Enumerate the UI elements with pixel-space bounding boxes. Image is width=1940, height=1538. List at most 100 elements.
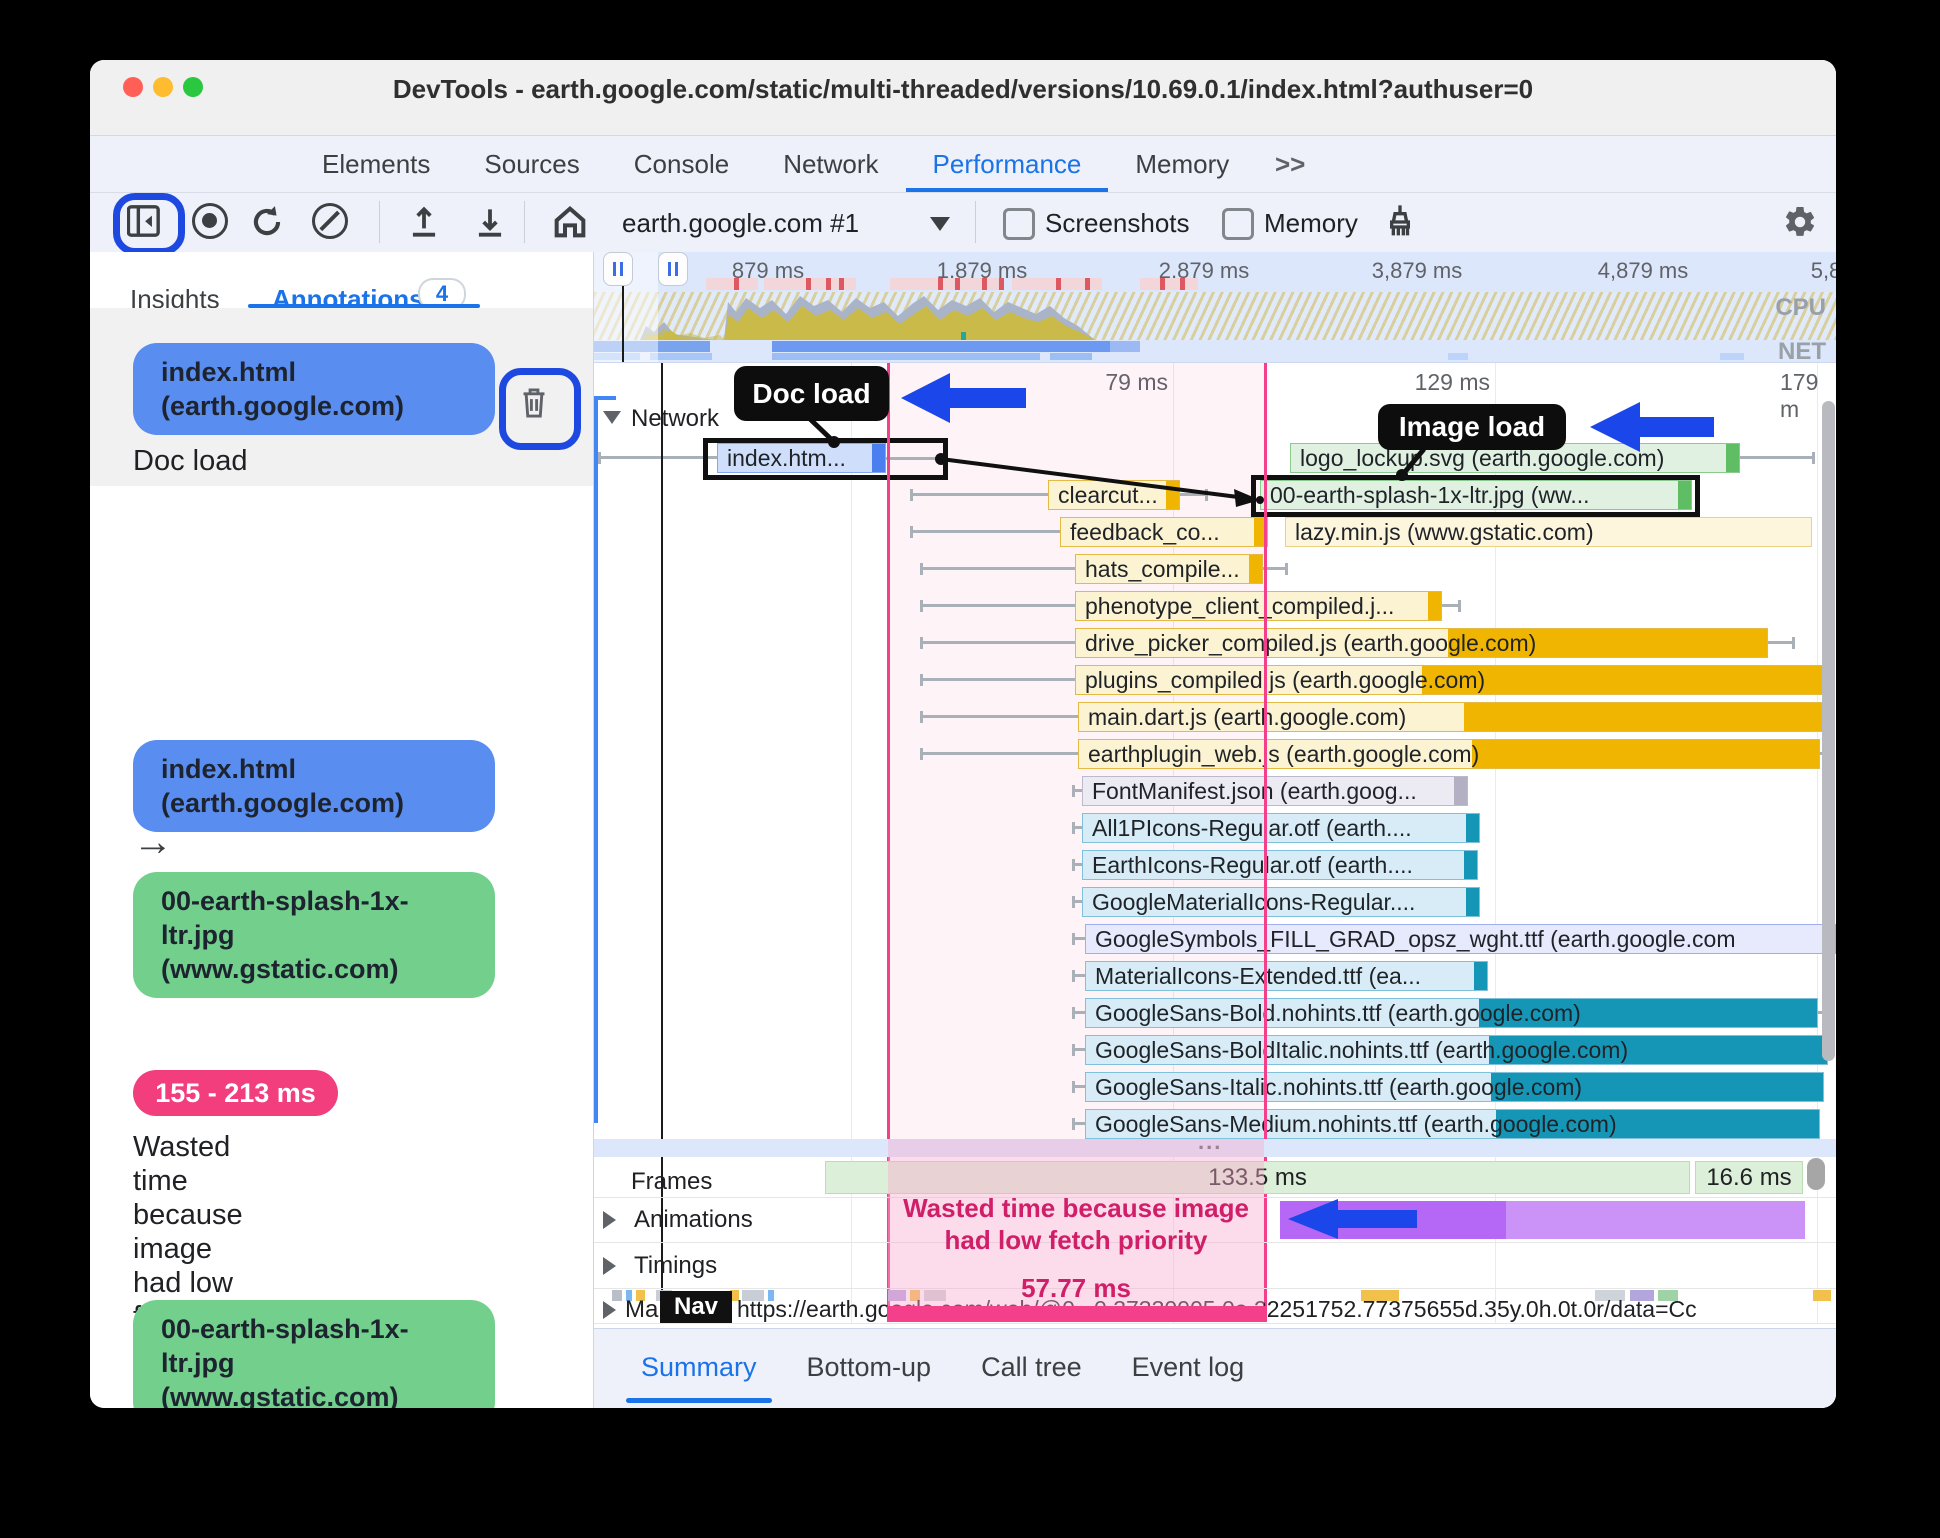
clear-icon[interactable]	[312, 203, 348, 239]
tab-performance[interactable]: Performance	[906, 136, 1109, 192]
doc-load-connector	[808, 417, 840, 448]
network-request-bar[interactable]: GoogleSans-BoldItalic.nohints.ttf (earth…	[1085, 1035, 1828, 1065]
long-task-band	[706, 278, 758, 290]
request-label: drive_picker_compiled.js (earth.google.c…	[1085, 630, 1537, 656]
download-profile-icon[interactable]	[471, 202, 509, 247]
network-request-bar[interactable]: plugins_compiled.js (earth.google.com)	[1075, 665, 1832, 695]
doc-load-annotation-badge[interactable]: Doc load	[734, 366, 889, 421]
net-overview-bar	[772, 341, 1110, 352]
annotated-request-box-image[interactable]	[1251, 475, 1700, 517]
trash-icon[interactable]	[518, 386, 550, 425]
reload-record-icon[interactable]	[248, 203, 286, 246]
network-request-bar[interactable]: GoogleMaterialIcons-Regular....	[1082, 887, 1480, 917]
frames-track-label: Frames	[631, 1168, 713, 1195]
timeline-detail-view[interactable]: 79 ms 129 ms 179 m Network index.htm... l…	[594, 362, 1836, 1408]
annotation-chip-to[interactable]: 00-earth-splash-1x- ltr.jpg (www.gstatic…	[133, 872, 495, 998]
doc-load-pointer-arrow	[949, 388, 1026, 408]
network-request-bar[interactable]: main.dart.js (earth.google.com)	[1078, 702, 1832, 732]
tab-console[interactable]: Console	[607, 136, 756, 192]
network-request-bar[interactable]: phenotype_client_compiled.j...	[1075, 591, 1442, 621]
network-request-bar[interactable]: lazy.min.js (www.gstatic.com)	[1285, 517, 1812, 547]
tab-memory[interactable]: Memory	[1108, 136, 1256, 192]
animations-expand-icon[interactable]	[603, 1211, 616, 1229]
network-request-bar[interactable]: hats_compile...	[1075, 554, 1263, 584]
request-label: GoogleSans-Italic.nohints.ttf (earth.goo…	[1095, 1074, 1583, 1100]
tab-sources[interactable]: Sources	[457, 136, 606, 192]
network-request-bar[interactable]: GoogleSans-Italic.nohints.ttf (earth.goo…	[1085, 1072, 1824, 1102]
request-end-cap	[1474, 962, 1487, 990]
bottom-tab-call-tree[interactable]: Call tree	[956, 1329, 1107, 1408]
panel-settings-gear-icon[interactable]	[1782, 204, 1818, 245]
wasted-time-range-bar	[887, 1306, 1267, 1322]
request-whisker-tick	[920, 674, 923, 686]
request-whisker-tick	[1072, 970, 1075, 982]
animation-bar[interactable]	[1506, 1201, 1805, 1239]
request-whisker-tick	[1072, 1007, 1075, 1019]
tab-network[interactable]: Network	[756, 136, 905, 192]
title-bar: DevTools - earth.google.com/static/multi…	[90, 60, 1836, 136]
nav-marker-badge: Nav	[660, 1291, 732, 1323]
annotation-entry-doc-load[interactable]: index.html (earth.google.com) Doc load	[90, 308, 593, 486]
overview-window-left-handle[interactable]	[603, 252, 633, 286]
annotation-connector-arrow	[935, 453, 1264, 507]
annotation-chip[interactable]: index.html (earth.google.com)	[133, 343, 495, 435]
network-request-bar[interactable]: FontManifest.json (earth.goog...	[1082, 776, 1468, 806]
network-request-bar[interactable]: All1PIcons-Regular.otf (earth....	[1082, 813, 1480, 843]
record-icon[interactable]	[192, 203, 228, 239]
screenshots-checkbox[interactable]	[1003, 208, 1035, 240]
request-whisker-tick	[920, 637, 923, 649]
network-request-bar[interactable]: GoogleSymbols_FILL_GRAD_opsz_wght.ttf (e…	[1085, 924, 1836, 954]
long-task-marker	[955, 278, 960, 290]
request-download-segment	[1464, 703, 1831, 731]
tab-elements[interactable]: Elements	[295, 136, 457, 192]
long-task-marker	[1085, 278, 1090, 290]
network-request-bar[interactable]: EarthIcons-Regular.otf (earth....	[1082, 850, 1478, 880]
image-load-annotation-badge[interactable]: Image load	[1378, 404, 1566, 450]
frame-duration-bar[interactable]: 16.6 ms	[1695, 1161, 1803, 1194]
long-task-marker	[734, 278, 739, 290]
network-request-bar[interactable]: MaterialIcons-Extended.ttf (ea...	[1085, 961, 1488, 991]
net-overview-bar	[1720, 353, 1744, 360]
network-scrollbar-thumb[interactable]	[1822, 401, 1835, 1061]
main-track-expand-icon[interactable]	[603, 1301, 616, 1319]
timeline-overview[interactable]: 879 ms 1,879 ms 2,879 ms 3,879 ms 4,879 ms 5,…	[594, 252, 1836, 362]
show-sidebar-icon[interactable]	[126, 205, 161, 242]
annotations-sidebar: Insights Annotations 4 index.html (earth…	[90, 252, 593, 1408]
long-task-marker	[826, 278, 831, 290]
network-request-bar[interactable]: GoogleSans-Medium.nohints.ttf (earth.goo…	[1085, 1109, 1820, 1139]
garbage-collect-icon[interactable]	[1380, 201, 1420, 248]
track-selection-bracket-tick	[594, 396, 616, 400]
request-end-cap	[1428, 592, 1441, 620]
target-selector[interactable]: earth.google.com #1	[622, 208, 859, 239]
memory-checkbox[interactable]	[1222, 208, 1254, 240]
request-whisker-tick	[910, 526, 913, 538]
net-overview-bar	[1448, 353, 1468, 360]
overview-ruler-tick: 4,879 ms	[1597, 258, 1689, 283]
annotation-chip-from[interactable]: index.html (earth.google.com)	[133, 740, 495, 832]
divider	[975, 201, 976, 243]
window-title: DevTools - earth.google.com/static/multi…	[392, 74, 1534, 104]
network-track-collapse-icon[interactable]	[603, 411, 621, 424]
network-request-bar[interactable]: GoogleSans-Bold.nohints.ttf (earth.googl…	[1085, 998, 1818, 1028]
annotation-chip[interactable]: 00-earth-splash-1x- ltr.jpg (www.gstatic…	[133, 1300, 495, 1408]
bottom-tab-event-log[interactable]: Event log	[1107, 1329, 1270, 1408]
upload-profile-icon[interactable]	[405, 202, 443, 247]
net-overview-bar	[650, 353, 712, 360]
home-icon[interactable]	[550, 202, 590, 247]
long-task-marker	[1160, 278, 1165, 290]
network-request-bar[interactable]: earthplugin_web.js (earth.google.com)	[1078, 739, 1820, 769]
bottom-tab-summary[interactable]: Summary	[616, 1329, 782, 1408]
request-whisker-tick	[1072, 933, 1075, 945]
frames-scrollbar-thumb[interactable]	[1807, 1158, 1825, 1190]
bottom-tab-bottom-up[interactable]: Bottom-up	[782, 1329, 957, 1408]
time-range-chip[interactable]: 155 - 213 ms	[133, 1070, 338, 1116]
long-task-marker	[806, 278, 811, 290]
overview-window-right-handle[interactable]	[658, 252, 688, 286]
timings-expand-icon[interactable]	[603, 1257, 616, 1275]
more-tabs-icon[interactable]: >>	[1265, 136, 1315, 192]
network-request-bar[interactable]: feedback_co...	[1060, 517, 1268, 547]
request-whisker	[1442, 604, 1458, 607]
request-end-cap	[1726, 444, 1739, 472]
network-request-bar[interactable]: drive_picker_compiled.js (earth.google.c…	[1075, 628, 1768, 658]
chevron-down-icon[interactable]	[930, 217, 950, 231]
